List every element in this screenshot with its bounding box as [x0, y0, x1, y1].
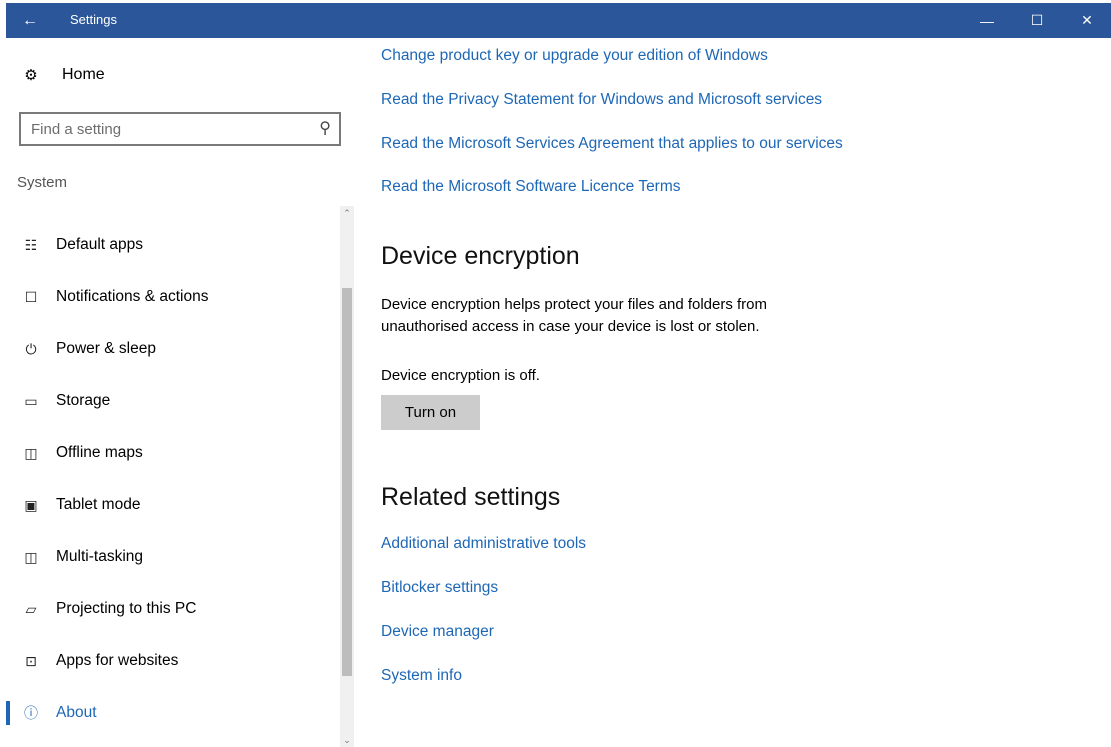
link-services-agreement[interactable]: Read the Microsoft Services Agreement th…	[381, 135, 843, 153]
default-apps-icon: ☷	[24, 236, 38, 253]
section-label-system: System	[17, 174, 68, 191]
main-content: Change product key or upgrade your editi…	[381, 38, 1101, 747]
search-placeholder: Find a setting	[31, 121, 122, 138]
home-link[interactable]: ⚙ Home	[20, 66, 105, 84]
link-licence-terms[interactable]: Read the Microsoft Software Licence Term…	[381, 178, 681, 196]
minimize-button[interactable]: —	[962, 3, 1012, 38]
sidebar-item-label: Projecting to this PC	[56, 600, 197, 617]
scrollbar-thumb[interactable]	[342, 288, 352, 676]
turn-on-button[interactable]: Turn on	[381, 395, 480, 430]
storage-icon: ▭	[24, 392, 38, 409]
sidebar-item-label: About	[56, 704, 97, 721]
link-system-info[interactable]: System info	[381, 667, 462, 685]
multitasking-icon: ◫	[24, 548, 38, 565]
sidebar: ⚙ Home Find a setting ⚲ System ☷ Default…	[6, 38, 355, 747]
sidebar-item-label: Multi-tasking	[56, 548, 143, 565]
sidebar-item-label: Offline maps	[56, 444, 143, 461]
sidebar-item-apps-for-websites[interactable]: ⊡ Apps for websites	[6, 641, 336, 681]
link-device-manager[interactable]: Device manager	[381, 623, 494, 641]
sidebar-item-tablet-mode[interactable]: ▣ Tablet mode	[6, 485, 336, 525]
sidebar-item-label: Tablet mode	[56, 496, 141, 513]
projecting-icon: ▱	[25, 600, 37, 617]
info-icon: ⓘ	[24, 705, 38, 721]
maximize-button[interactable]: ☐	[1012, 3, 1062, 38]
sidebar-item-projecting[interactable]: ▱ Projecting to this PC	[6, 589, 336, 629]
back-arrow-icon: ←	[22, 11, 38, 29]
encryption-description-line1: Device encryption helps protect your fil…	[381, 296, 768, 313]
sidebar-scrollbar[interactable]: ⌃ ⌄	[340, 206, 354, 747]
link-change-product-key[interactable]: Change product key or upgrade your editi…	[381, 47, 768, 65]
encryption-description-line2: unauthorised access in case your device …	[381, 318, 760, 335]
search-input[interactable]: Find a setting ⚲	[19, 112, 341, 146]
related-settings-heading: Related settings	[381, 483, 561, 511]
map-icon: ◫	[24, 444, 38, 461]
tablet-mode-icon: ▣	[24, 496, 38, 513]
close-button[interactable]: ✕	[1062, 3, 1111, 38]
apps-for-websites-icon: ⊡	[25, 652, 37, 669]
home-label: Home	[62, 66, 105, 83]
sidebar-item-about[interactable]: ⓘ About	[6, 693, 336, 733]
sidebar-item-default-apps[interactable]: ☷ Default apps	[6, 225, 336, 265]
scroll-down-arrow-icon[interactable]: ⌄	[340, 733, 354, 747]
sidebar-item-label: Notifications & actions	[56, 288, 209, 305]
back-button[interactable]: ←	[6, 3, 54, 38]
gear-icon: ⚙	[24, 67, 38, 84]
active-indicator	[6, 701, 10, 725]
encryption-status: Device encryption is off.	[381, 367, 540, 384]
sidebar-item-multi-tasking[interactable]: ◫ Multi-tasking	[6, 537, 336, 577]
maximize-icon: ☐	[1030, 12, 1044, 28]
minimize-icon: —	[980, 12, 994, 29]
sidebar-item-offline-maps[interactable]: ◫ Offline maps	[6, 433, 336, 473]
sidebar-item-notifications[interactable]: ☐ Notifications & actions	[6, 277, 336, 317]
link-privacy-statement[interactable]: Read the Privacy Statement for Windows a…	[381, 91, 822, 109]
scroll-up-arrow-icon[interactable]: ⌃	[340, 206, 354, 220]
window-title: Settings	[70, 12, 117, 27]
link-admin-tools[interactable]: Additional administrative tools	[381, 535, 586, 553]
power-icon: ⏻	[25, 340, 37, 357]
close-icon: ✕	[1081, 12, 1093, 28]
link-bitlocker-settings[interactable]: Bitlocker settings	[381, 579, 498, 597]
sidebar-item-label: Default apps	[56, 236, 144, 253]
sidebar-item-label: Power & sleep	[56, 340, 156, 357]
sidebar-item-label: Storage	[56, 392, 111, 409]
sidebar-item-label: Apps for websites	[56, 652, 179, 669]
title-bar: ← Settings — ☐ ✕	[6, 3, 1111, 38]
sidebar-item-storage[interactable]: ▭ Storage	[6, 381, 336, 421]
notifications-icon: ☐	[24, 288, 38, 305]
sidebar-item-power-sleep[interactable]: ⏻ Power & sleep	[6, 329, 336, 369]
device-encryption-heading: Device encryption	[381, 242, 580, 270]
search-icon[interactable]: ⚲	[319, 118, 331, 138]
